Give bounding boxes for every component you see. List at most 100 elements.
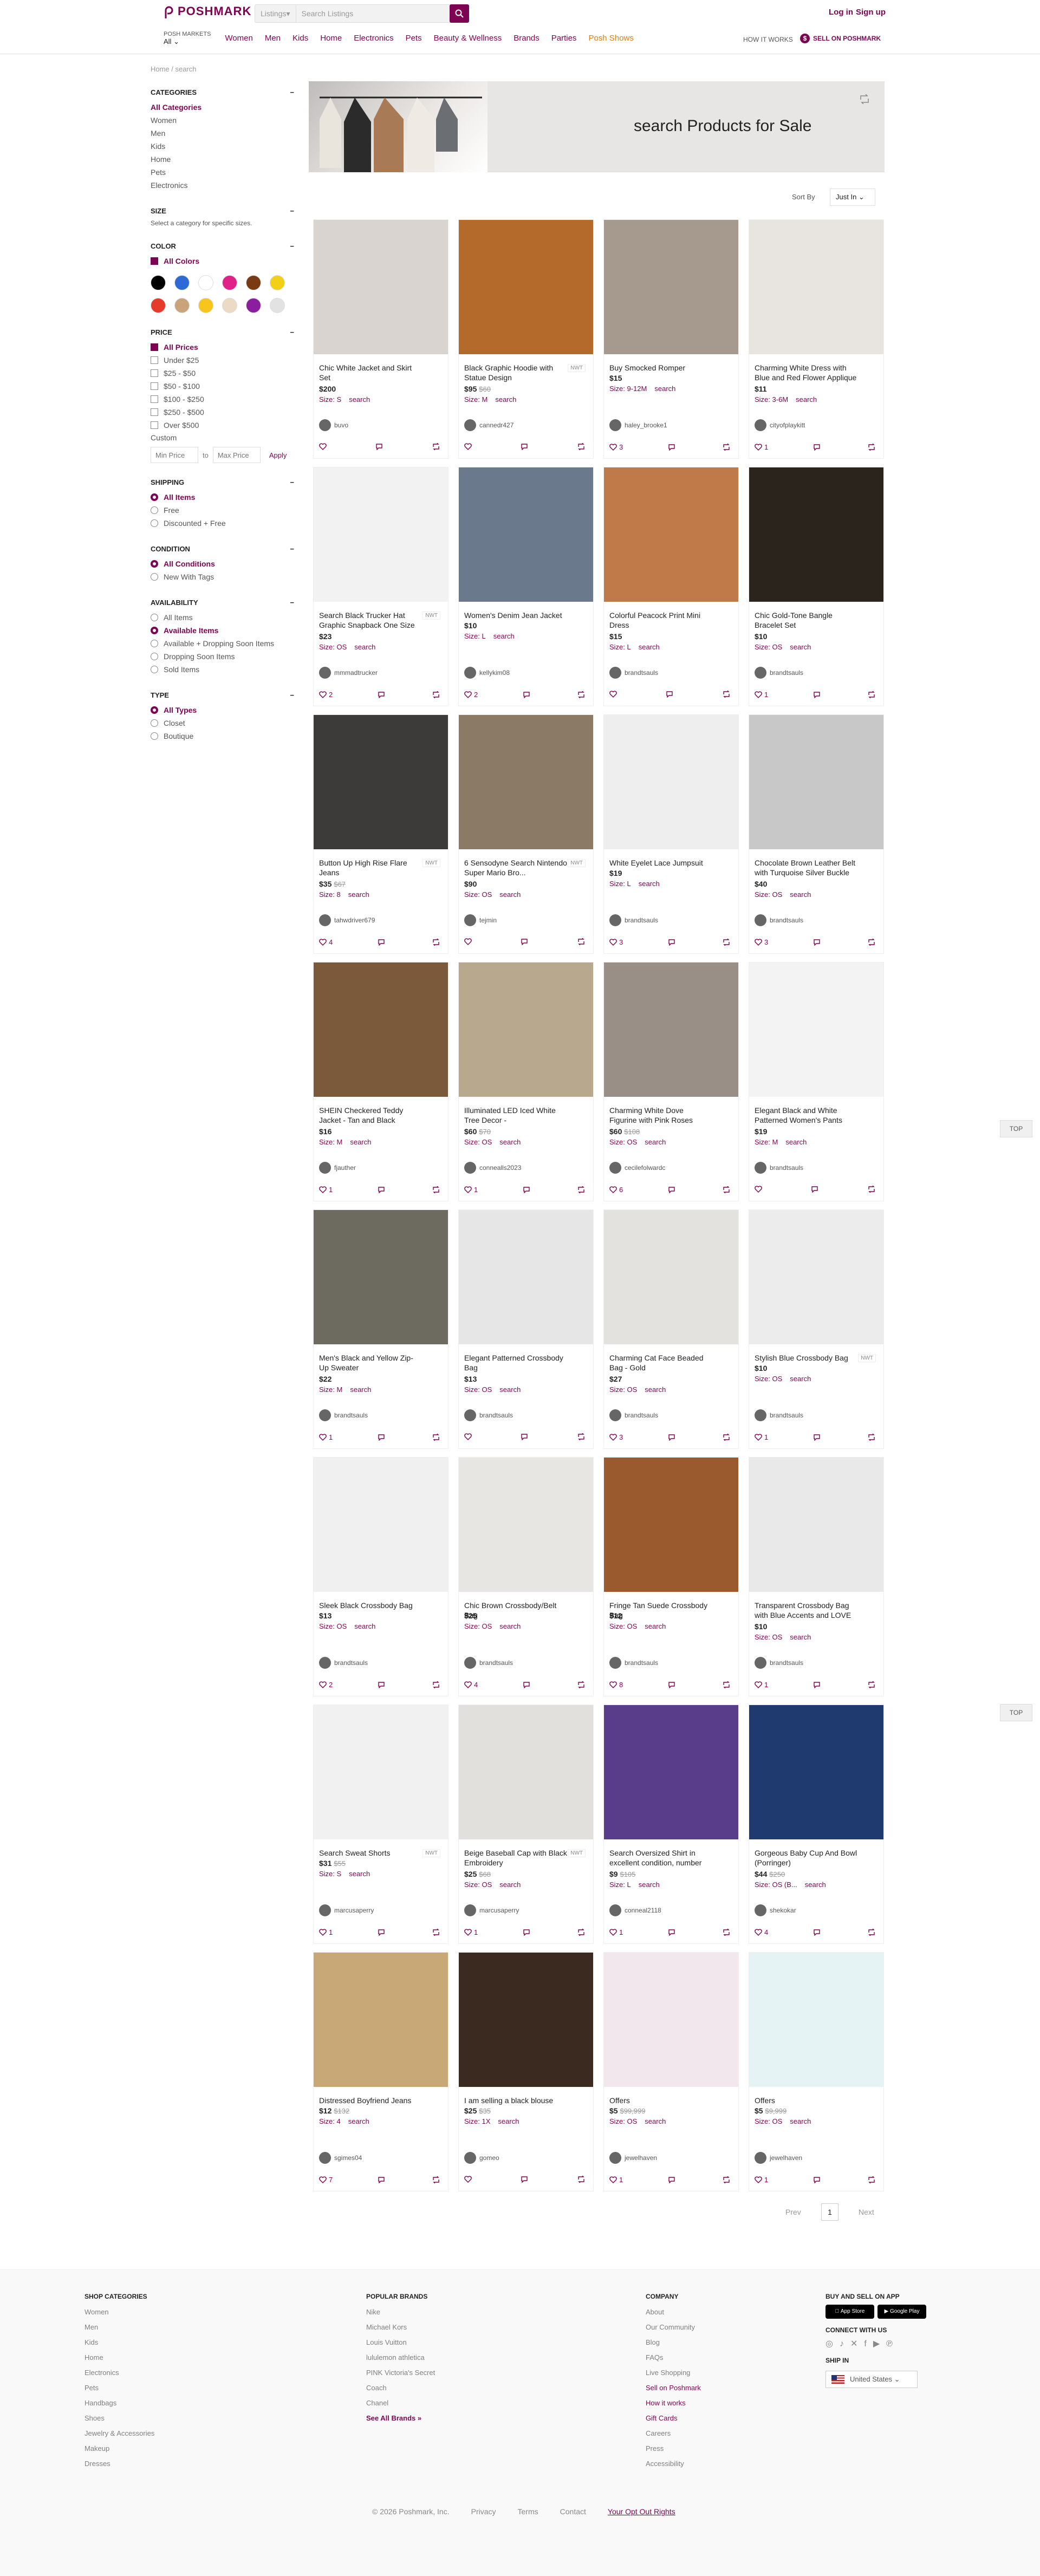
footer-link[interactable]: Chanel (366, 2396, 435, 2411)
footer-link[interactable]: Electronics (84, 2365, 154, 2380)
product-title[interactable]: Fringe Tan Suede Crossbody Bag (609, 1601, 712, 1620)
like-button[interactable]: 2 (319, 1681, 333, 1689)
pricelist-option[interactable]: Under $25 (151, 354, 294, 367)
product-size[interactable]: Size: M (319, 1385, 342, 1394)
see-all-brands-link[interactable]: See All Brands » (366, 2411, 435, 2426)
product-title[interactable]: Chocolate Brown Leather Belt with Turquo… (755, 858, 857, 877)
product-card[interactable]: Elegant Black and White Patterned Women'… (749, 962, 884, 1201)
product-brand-tag[interactable]: search (654, 385, 675, 393)
condlist-option[interactable]: All Conditions (151, 557, 294, 570)
product-size[interactable]: Size: OS (B... (755, 1881, 797, 1889)
product-size[interactable]: Size: OS (319, 1622, 347, 1630)
comment-button[interactable] (813, 1681, 823, 1689)
login-link[interactable]: Log in (829, 8, 853, 17)
product-card[interactable]: Charming Cat Face Beaded Bag - Gold $27 Si… (603, 1209, 739, 1449)
seller[interactable]: cannedr427 (464, 419, 514, 431)
like-button[interactable]: 4 (464, 1681, 478, 1689)
footer-link[interactable]: Men (84, 2320, 154, 2335)
like-button[interactable] (609, 691, 619, 698)
how-it-works-link[interactable]: HOW IT WORKS (743, 36, 793, 43)
comment-button[interactable] (521, 443, 530, 450)
product-brand-tag[interactable]: search (499, 1138, 521, 1146)
footer-link[interactable]: Women (84, 2305, 154, 2320)
product-brand-tag[interactable]: search (639, 880, 660, 888)
product-brand-tag[interactable]: search (349, 1870, 370, 1878)
seller[interactable]: brandtsauls (319, 1657, 368, 1669)
product-brand-tag[interactable]: search (645, 1138, 666, 1146)
pricelist-option[interactable]: $250 - $500 (151, 406, 294, 419)
product-image[interactable] (314, 467, 448, 602)
color-swatch[interactable] (174, 275, 190, 290)
product-title[interactable]: Chic Gold-Tone Bangle Bracelet Set (755, 610, 857, 630)
product-image[interactable] (749, 1210, 883, 1344)
product-size[interactable]: Size: L (609, 880, 631, 888)
product-brand-tag[interactable]: search (350, 1385, 371, 1394)
x-icon[interactable]: ✕ (850, 2339, 857, 2349)
comment-button[interactable] (813, 1433, 823, 1441)
product-title[interactable]: SHEIN Checkered Teddy Jacket - Tan and B… (319, 1105, 422, 1125)
product-card[interactable]: Men's Black and Yellow Zip-Up Sweater $22… (313, 1209, 448, 1449)
shipping-heading[interactable]: SHIPPING − (151, 478, 294, 486)
share-button[interactable] (577, 1186, 588, 1194)
product-title[interactable]: Black Graphic Hoodie with Statue Design (464, 363, 567, 382)
product-brand-tag[interactable]: search (790, 1633, 811, 1641)
share-button[interactable] (867, 1433, 878, 1441)
footer-link[interactable]: PINK Victoria's Secret (366, 2365, 435, 2380)
product-image[interactable] (314, 220, 448, 354)
product-size[interactable]: Size: OS (755, 890, 782, 899)
product-brand-tag[interactable]: search (495, 395, 516, 404)
comment-button[interactable] (378, 1433, 387, 1441)
search-button[interactable] (450, 4, 469, 23)
like-button[interactable]: 3 (609, 1433, 623, 1441)
comment-button[interactable] (378, 1928, 387, 1936)
product-card[interactable]: Beige Baseball Cap with Black Embroidery… (458, 1705, 594, 1944)
product-size[interactable]: Size: OS (464, 1138, 492, 1146)
share-button[interactable] (577, 443, 588, 450)
share-button[interactable] (577, 1433, 588, 1440)
product-image[interactable] (604, 1705, 738, 1839)
product-image[interactable] (314, 1705, 448, 1839)
share-button[interactable] (432, 1928, 443, 1936)
sell-on-poshmark-link[interactable]: $ SELL ON POSHMARK (800, 34, 881, 43)
product-size[interactable]: Size: OS (609, 1385, 637, 1394)
product-size[interactable]: Size: OS (755, 2117, 782, 2125)
seller[interactable]: sgimes04 (319, 2152, 362, 2164)
product-image[interactable] (314, 1953, 448, 2087)
product-brand-tag[interactable]: search (498, 2117, 519, 2125)
typelist-option[interactable]: All Types (151, 704, 294, 717)
product-image[interactable] (459, 1705, 593, 1839)
share-button[interactable] (867, 2176, 878, 2184)
product-card[interactable]: Gorgeous Baby Cup And Bowl (Porringer) $4… (749, 1705, 884, 1944)
product-brand-tag[interactable]: search (639, 643, 660, 651)
share-button[interactable] (432, 443, 443, 450)
share-button[interactable] (577, 1681, 588, 1689)
product-card[interactable]: Transparent Crossbody Bag with Blue Acce… (749, 1457, 884, 1696)
product-title[interactable]: Offers (755, 2096, 857, 2105)
like-button[interactable]: 3 (755, 938, 768, 946)
product-size[interactable]: Size: S (319, 395, 341, 404)
product-image[interactable] (459, 1953, 593, 2087)
product-image[interactable] (459, 1210, 593, 1344)
product-title[interactable]: Colorful Peacock Print Mini Dress (609, 610, 712, 630)
like-button[interactable]: 1 (319, 1433, 333, 1441)
product-size[interactable]: Size: 8 (319, 890, 341, 899)
comment-button[interactable] (668, 1433, 678, 1441)
product-card[interactable]: Search Oversized Shirt in excellent cond… (603, 1705, 739, 1944)
product-brand-tag[interactable]: search (785, 1138, 807, 1146)
product-image[interactable] (459, 220, 593, 354)
product-title[interactable]: Illuminated LED Iced White Tree Decor - (464, 1105, 567, 1125)
share-button[interactable] (722, 2176, 733, 2184)
like-button[interactable]: 4 (319, 938, 333, 946)
comment-button[interactable] (523, 1928, 532, 1936)
comment-button[interactable] (378, 938, 387, 946)
product-image[interactable] (314, 962, 448, 1097)
comment-button[interactable] (668, 2176, 678, 2184)
max-price-input[interactable] (212, 447, 261, 463)
product-title[interactable]: Distressed Boyfriend Jeans (319, 2096, 422, 2105)
app-store-badge[interactable]:  App Store (826, 2305, 874, 2319)
product-image[interactable] (314, 1458, 448, 1592)
nav-men[interactable]: Men (265, 34, 281, 43)
type-heading[interactable]: TYPE − (151, 691, 294, 699)
seller[interactable]: brandtsauls (755, 914, 803, 926)
footer-link[interactable]: Home (84, 2350, 154, 2365)
